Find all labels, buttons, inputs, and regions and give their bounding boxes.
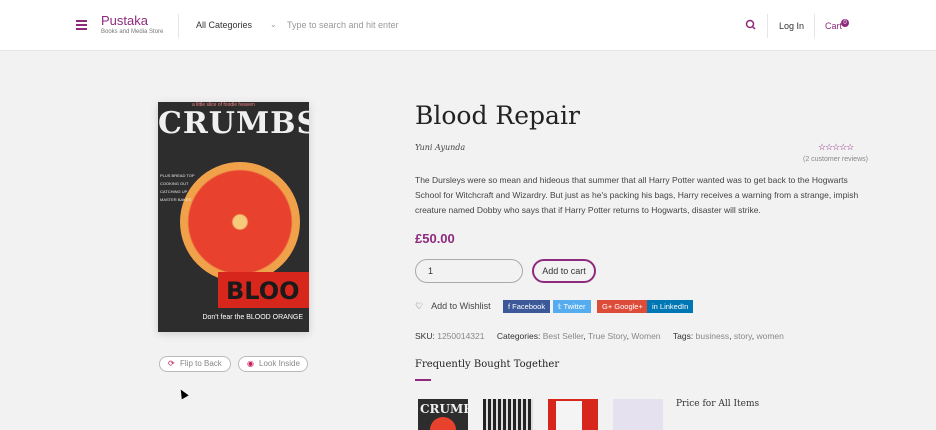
fbt-book-thumbnail[interactable] [548,399,598,430]
fbt-price-label: Price for All Items [676,399,760,409]
share-twitter-button[interactable]: 𝕥 Twitter [553,300,591,313]
share-facebook-button[interactable]: f Facebook [503,300,551,313]
site-header: Pustaka Books and Media Store All Catego… [0,0,936,51]
product-title: Blood Repair [415,101,580,130]
share-google-button[interactable]: G+ Google+ [597,300,648,313]
product-description: The Dursleys were so mean and hideous th… [415,175,859,215]
tags-label: Tags: [672,331,694,341]
cover-footer: Don't fear the BLOOD ORANGE [202,314,303,321]
fbt-book-thumbnail[interactable]: CRUMBS [418,399,468,430]
tag-link[interactable]: story [734,331,752,341]
flip-label: Flip to Back [180,359,222,368]
header-divider [767,14,768,38]
cart-count-badge: 0 [841,19,849,27]
eye-icon: ◉ [247,359,254,368]
brand-tagline: Books and Media Store [101,29,164,35]
add-to-cart-button[interactable]: Add to cart [532,259,596,283]
brand-name: Pustaka [101,13,148,28]
search-input[interactable] [287,17,717,33]
fbt-book-thumbnail[interactable] [483,399,533,430]
fbt-cover-title: CRUMBS [420,402,468,416]
wishlist-label: Add to Wishlist [431,301,491,311]
product-price: £50.00 [415,231,455,246]
look-inside-button[interactable]: ◉ Look Inside [238,356,308,372]
twitter-label: Twitter [563,302,586,311]
category-select[interactable]: All Categories [196,20,252,30]
fbt-orange [430,417,456,430]
flip-icon: ⟳ [168,359,175,368]
fbt-title: Frequently Bought Together [415,359,560,370]
category-link[interactable]: Best Seller [543,331,584,341]
fbt-underline [415,379,431,381]
cover-title: CRUMBS [158,106,309,141]
fbt-book-thumbnail[interactable] [613,399,663,430]
header-divider [178,14,179,38]
look-label: Look Inside [259,359,300,368]
add-to-wishlist-link[interactable]: ♡ Add to Wishlist [415,301,491,312]
share-linkedin-button[interactable]: in LinkedIn [647,300,694,313]
chevron-down-icon[interactable]: ⌄ [270,20,277,29]
flip-to-back-button[interactable]: ⟳ Flip to Back [159,356,231,372]
cover-side-text: PLUS BREAD TOP COOKING OUT CATCHING UP M… [160,173,195,202]
search-icon[interactable] [744,18,758,32]
fbt-inner-cover [556,401,582,430]
brand-logo[interactable]: Pustaka Books and Media Store [101,14,163,35]
review-count-link[interactable]: (2 customer reviews) [803,156,868,163]
tag-link[interactable]: business [696,331,730,341]
product-meta: SKU: 1250014321 Categories: Best Seller,… [415,331,784,341]
book-cover-image[interactable]: a little slice of foodie heaven CRUMBS P… [158,102,309,332]
quantity-input[interactable] [415,259,523,283]
star-rating: ☆☆☆☆☆ [818,142,854,152]
category-link[interactable]: True Story [588,331,627,341]
product-author[interactable]: Yuni Ayunda [415,143,465,152]
cover-red-text: BLOO [226,277,300,305]
header-divider [814,14,815,38]
menu-icon[interactable] [76,20,87,30]
heart-icon: ♡ [415,301,424,311]
sku-label: SKU: [415,331,435,341]
categories-label: Categories: [496,331,541,341]
cart-link[interactable]: Cart [825,21,842,31]
tag-link[interactable]: women [756,331,783,341]
sku-value: 1250014321 [437,331,485,341]
category-link[interactable]: Women [631,331,660,341]
mouse-cursor [177,387,189,400]
login-link[interactable]: Log In [779,21,804,31]
